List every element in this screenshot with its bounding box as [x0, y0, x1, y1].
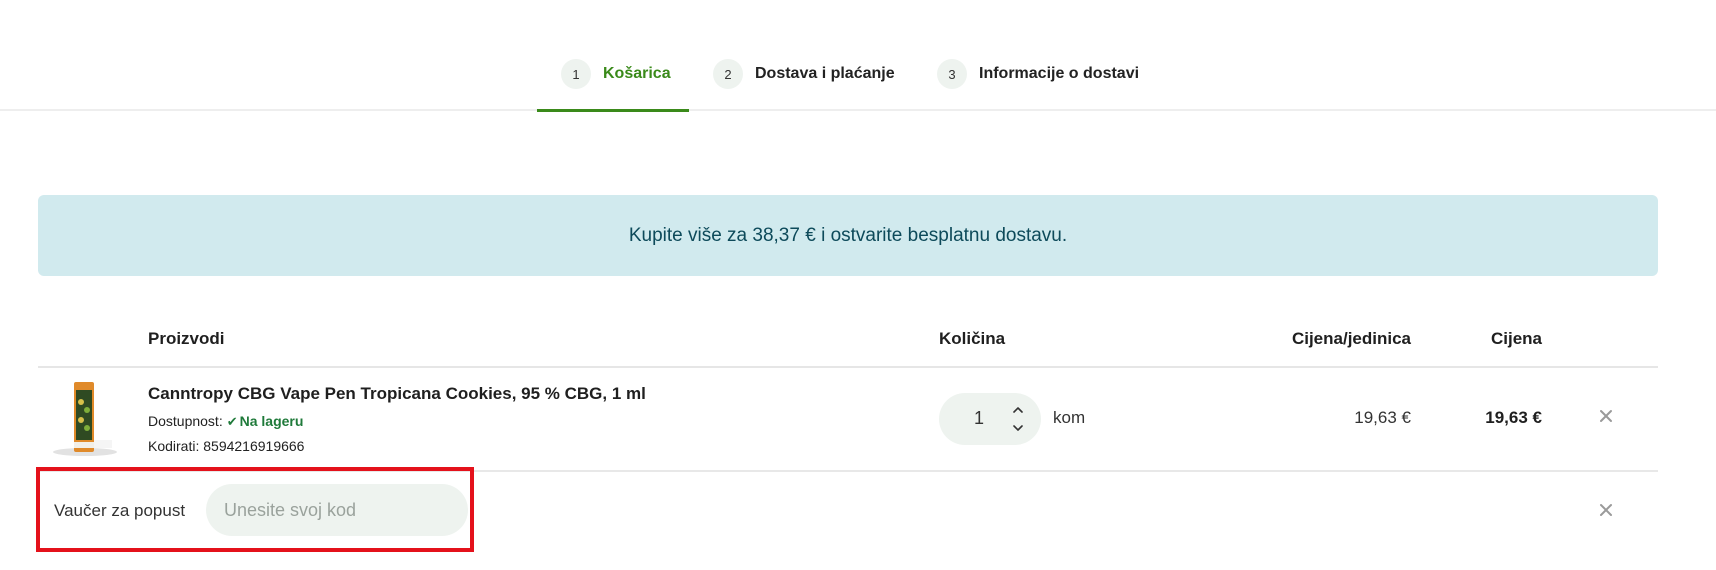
quantity-value[interactable]: 1: [969, 408, 989, 429]
step-cart[interactable]: 1 Košarica: [561, 59, 671, 111]
header-unit-price: Cijena/jedinica: [1291, 329, 1411, 348]
voucher-section: Vaučer za popust: [36, 467, 474, 552]
voucher-label: Vaučer za popust: [54, 501, 186, 520]
checkout-steps: 1 Košarica 2 Dostava i plaćanje 3 Inform…: [0, 0, 1716, 112]
header-products: Proizvodi: [148, 329, 225, 348]
header-quantity: Količina: [939, 329, 1006, 348]
product-name[interactable]: Canntropy CBG Vape Pen Tropicana Cookies…: [148, 384, 646, 404]
step-number: 2: [713, 59, 743, 89]
step-delivery-info[interactable]: 3 Informacije o dostavi: [937, 59, 1139, 111]
cart-item-row: Canntropy CBG Vape Pen Tropicana Cookies…: [38, 368, 1658, 472]
total-price: 19,63 €: [1485, 408, 1542, 427]
close-icon[interactable]: [1598, 408, 1614, 424]
banner-text: Kupite više za 38,37 € i ostvarite bespl…: [628, 224, 1068, 246]
cart-table-header: Proizvodi Količina Cijena/jedinica Cijen…: [38, 322, 1658, 368]
active-step-indicator: [537, 109, 689, 112]
quantity-unit: kom: [1053, 408, 1086, 427]
check-icon: ✔: [226, 414, 238, 429]
step-number: 3: [937, 59, 967, 89]
voucher-code-input[interactable]: [206, 484, 468, 536]
header-price: Cijena: [1490, 329, 1542, 348]
close-icon[interactable]: [1598, 502, 1614, 518]
step-label: Informacije o dostavi: [979, 65, 1140, 82]
quantity-stepper[interactable]: 1: [939, 393, 1041, 445]
free-shipping-banner: Kupite više za 38,37 € i ostvarite bespl…: [38, 195, 1658, 276]
step-label: Dostava i plaćanje: [755, 65, 895, 82]
product-availability: Dostupnost: ✔ Na lageru: [148, 413, 303, 430]
unit-price: 19,63 €: [1354, 408, 1411, 427]
sku-value: 8594216919666: [203, 438, 305, 454]
product-thumbnail[interactable]: [50, 380, 120, 458]
chevron-up-icon[interactable]: [1011, 403, 1025, 417]
availability-value: Na lageru: [239, 413, 304, 429]
chevron-down-icon[interactable]: [1011, 421, 1025, 435]
step-shipping-payment[interactable]: 2 Dostava i plaćanje: [713, 59, 895, 111]
step-number: 1: [561, 59, 591, 89]
step-label: Košarica: [603, 65, 671, 82]
product-sku: Kodirati: 8594216919666: [148, 438, 304, 454]
availability-label: Dostupnost:: [148, 413, 223, 429]
sku-label: Kodirati:: [148, 438, 200, 454]
